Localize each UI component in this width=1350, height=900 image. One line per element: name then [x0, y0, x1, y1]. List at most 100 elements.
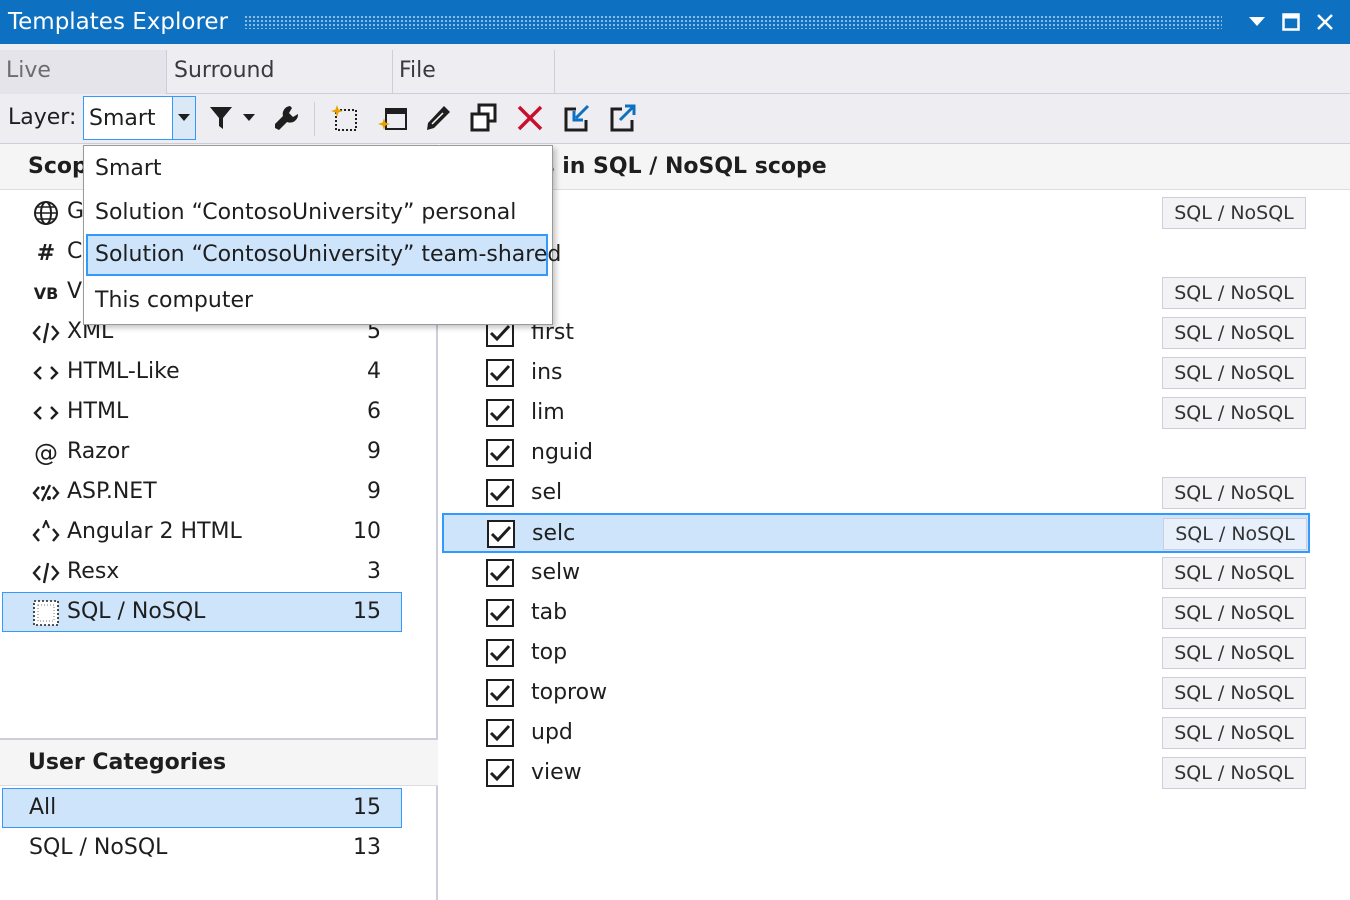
scope-count: 9 [367, 439, 381, 464]
sql-icon [31, 599, 61, 627]
new-template-button[interactable] [326, 100, 362, 136]
category-item-sql-nosql[interactable]: SQL / NoSQL 13 [2, 828, 402, 868]
tab-live-templates[interactable]: Live Templates [0, 50, 167, 125]
template-row[interactable]: ins SQL / NoSQL [442, 353, 1310, 393]
scope-item-aspnet[interactable]: ASP.NET 9 [2, 472, 402, 512]
template-checkbox[interactable] [486, 679, 514, 707]
checkmark-icon [489, 404, 511, 422]
templates-header-label: tes in SQL / NoSQL scope [516, 154, 827, 179]
scope-item-resx[interactable]: Resx 3 [2, 552, 402, 592]
scope-label: Angular 2 HTML [67, 519, 242, 544]
template-row[interactable]: upd SQL / NoSQL [442, 713, 1310, 753]
scope-label: HTML-Like [67, 359, 180, 384]
scope-item-html-like[interactable]: HTML-Like 4 [2, 352, 402, 392]
template-checkbox[interactable] [486, 759, 514, 787]
template-category-badge: SQL / NoSQL [1162, 197, 1306, 229]
template-checkbox[interactable] [486, 559, 514, 587]
tab-surround-templates[interactable]: Surround Templates [168, 50, 393, 125]
checkmark-icon [489, 604, 511, 622]
checkmark-icon [489, 644, 511, 662]
category-count: 15 [353, 795, 381, 820]
template-category-badge: SQL / NoSQL [1162, 557, 1306, 589]
template-name: selc [532, 521, 576, 546]
template-checkbox[interactable] [487, 520, 515, 548]
title-bar: Templates Explorer [0, 0, 1350, 44]
scope-item-razor[interactable]: @ Razor 9 [2, 432, 402, 472]
scope-item-html[interactable]: HTML 6 [2, 392, 402, 432]
import-button[interactable] [559, 100, 595, 136]
maximize-button[interactable] [1274, 0, 1308, 44]
checkmark-icon [489, 724, 511, 742]
close-button[interactable] [1308, 0, 1342, 44]
vb-icon: VB [33, 283, 59, 303]
layer-select-toggle[interactable] [172, 97, 195, 139]
template-checkbox[interactable] [486, 719, 514, 747]
template-row[interactable]: selc SQL / NoSQL [442, 513, 1310, 553]
layer-label: Layer: [8, 105, 77, 130]
template-checkbox[interactable] [486, 359, 514, 387]
filter-dropdown-button[interactable] [235, 100, 263, 136]
edit-button[interactable] [420, 100, 456, 136]
template-category-badge: SQL / NoSQL [1162, 317, 1306, 349]
checkmark-icon [489, 444, 511, 462]
checkmark-icon [489, 564, 511, 582]
template-row[interactable]: toprow SQL / NoSQL [442, 673, 1310, 713]
category-item-all[interactable]: All 15 [2, 788, 402, 828]
template-row[interactable]: selw SQL / NoSQL [442, 553, 1310, 593]
layer-option-solution-personal[interactable]: Solution “ContosoUniversity” personal [86, 192, 548, 234]
template-category-badge: SQL / NoSQL [1162, 477, 1306, 509]
dropdown-arrow-icon [243, 114, 255, 121]
export-icon [610, 104, 636, 132]
template-category-badge: SQL / NoSQL [1162, 717, 1306, 749]
layer-select[interactable]: Smart [83, 96, 196, 140]
layer-dropdown-list: Smart Solution “ContosoUniversity” perso… [83, 145, 561, 325]
copy-button[interactable] [466, 100, 502, 136]
template-checkbox[interactable] [486, 399, 514, 427]
close-icon [1317, 14, 1333, 30]
title-grip[interactable] [244, 15, 1222, 29]
maximize-icon [1282, 13, 1300, 31]
filter-button[interactable] [203, 100, 239, 136]
new-template-from-file-button[interactable] [374, 100, 410, 136]
html-icon [31, 399, 61, 427]
checkmark-icon [490, 525, 512, 543]
template-row[interactable]: lim SQL / NoSQL [442, 393, 1310, 433]
template-checkbox[interactable] [486, 599, 514, 627]
template-checkbox[interactable] [486, 439, 514, 467]
template-category-badge: SQL / NoSQL [1162, 277, 1306, 309]
template-category-badge: SQL / NoSQL [1162, 597, 1306, 629]
template-row[interactable]: view SQL / NoSQL [442, 753, 1310, 793]
template-name: toprow [531, 680, 608, 705]
scope-item-sql-nosql[interactable]: SQL / NoSQL 15 [2, 592, 402, 632]
layer-option-this-computer[interactable]: This computer [86, 280, 548, 322]
scope-label: Resx [67, 559, 120, 584]
template-row[interactable]: lSQL / NoSQL [442, 193, 1310, 233]
scope-count: 4 [367, 359, 381, 384]
template-row[interactable]: sel SQL / NoSQL [442, 473, 1310, 513]
scope-count: 10 [353, 519, 381, 544]
template-checkbox[interactable] [486, 479, 514, 507]
template-category-badge: SQL / NoSQL [1162, 357, 1306, 389]
export-button[interactable] [605, 100, 641, 136]
layer-option-smart[interactable]: Smart [86, 148, 548, 190]
edit-icon [427, 106, 450, 130]
template-row[interactable]: first SQL / NoSQL [442, 313, 1310, 353]
template-row[interactable]: tab SQL / NoSQL [442, 593, 1310, 633]
category-count: 13 [353, 835, 381, 860]
template-row[interactable]: x [442, 233, 1310, 273]
template-row[interactable]: top SQL / NoSQL [442, 633, 1310, 673]
template-checkbox[interactable] [486, 639, 514, 667]
template-name: sel [531, 480, 563, 505]
delete-button[interactable] [512, 100, 548, 136]
tab-file-templates[interactable]: File Templates [393, 50, 555, 125]
scope-item-angular[interactable]: Angular 2 HTML 10 [2, 512, 402, 552]
checkmark-icon [489, 484, 511, 502]
window-menu-button[interactable] [1240, 0, 1274, 44]
template-row[interactable]: nguid [442, 433, 1310, 473]
settings-button[interactable] [269, 100, 305, 136]
layer-option-solution-team-shared[interactable]: Solution “ContosoUniversity” team-shared [86, 234, 561, 276]
scope-label: G [67, 199, 85, 224]
template-category-badge: SQL / NoSQL [1163, 518, 1307, 550]
template-row[interactable]: elSQL / NoSQL [442, 273, 1310, 313]
resx-icon [31, 559, 61, 587]
